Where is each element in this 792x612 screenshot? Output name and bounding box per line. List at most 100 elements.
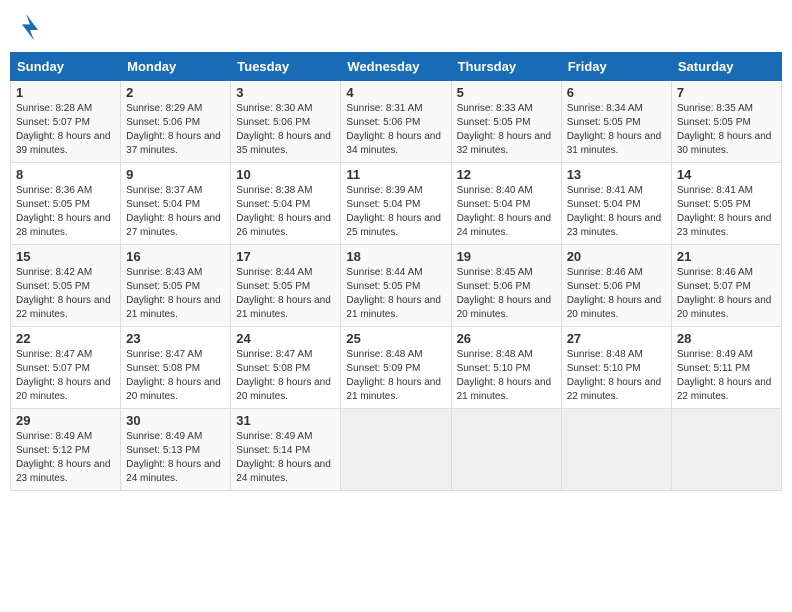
weekday-header: Thursday — [451, 53, 561, 81]
calendar-cell — [451, 409, 561, 491]
day-number: 24 — [236, 331, 335, 346]
day-info: Sunrise: 8:28 AMSunset: 5:07 PMDaylight:… — [16, 103, 111, 156]
calendar-cell: 22 Sunrise: 8:47 AMSunset: 5:07 PMDaylig… — [11, 327, 121, 409]
day-info: Sunrise: 8:44 AMSunset: 5:05 PMDaylight:… — [346, 267, 441, 320]
day-info: Sunrise: 8:47 AMSunset: 5:08 PMDaylight:… — [236, 349, 331, 402]
day-info: Sunrise: 8:37 AMSunset: 5:04 PMDaylight:… — [126, 185, 221, 238]
calendar-cell: 31 Sunrise: 8:49 AMSunset: 5:14 PMDaylig… — [231, 409, 341, 491]
day-number: 4 — [346, 85, 445, 100]
calendar-cell: 18 Sunrise: 8:44 AMSunset: 5:05 PMDaylig… — [341, 245, 451, 327]
calendar-cell: 9 Sunrise: 8:37 AMSunset: 5:04 PMDayligh… — [121, 163, 231, 245]
day-number: 16 — [126, 249, 225, 264]
day-number: 9 — [126, 167, 225, 182]
calendar-cell: 12 Sunrise: 8:40 AMSunset: 5:04 PMDaylig… — [451, 163, 561, 245]
calendar-cell: 30 Sunrise: 8:49 AMSunset: 5:13 PMDaylig… — [121, 409, 231, 491]
calendar-cell: 29 Sunrise: 8:49 AMSunset: 5:12 PMDaylig… — [11, 409, 121, 491]
day-info: Sunrise: 8:29 AMSunset: 5:06 PMDaylight:… — [126, 103, 221, 156]
calendar-cell: 4 Sunrise: 8:31 AMSunset: 5:06 PMDayligh… — [341, 81, 451, 163]
day-number: 26 — [457, 331, 556, 346]
day-info: Sunrise: 8:48 AMSunset: 5:10 PMDaylight:… — [567, 349, 662, 402]
calendar-body: 1 Sunrise: 8:28 AMSunset: 5:07 PMDayligh… — [11, 81, 782, 491]
day-number: 19 — [457, 249, 556, 264]
weekday-header: Wednesday — [341, 53, 451, 81]
day-info: Sunrise: 8:42 AMSunset: 5:05 PMDaylight:… — [16, 267, 111, 320]
calendar-week-row: 8 Sunrise: 8:36 AMSunset: 5:05 PMDayligh… — [11, 163, 782, 245]
calendar-cell: 2 Sunrise: 8:29 AMSunset: 5:06 PMDayligh… — [121, 81, 231, 163]
day-number: 14 — [677, 167, 776, 182]
calendar-cell: 10 Sunrise: 8:38 AMSunset: 5:04 PMDaylig… — [231, 163, 341, 245]
day-number: 6 — [567, 85, 666, 100]
day-info: Sunrise: 8:49 AMSunset: 5:11 PMDaylight:… — [677, 349, 772, 402]
calendar-cell: 28 Sunrise: 8:49 AMSunset: 5:11 PMDaylig… — [671, 327, 781, 409]
calendar-cell: 7 Sunrise: 8:35 AMSunset: 5:05 PMDayligh… — [671, 81, 781, 163]
calendar-cell: 14 Sunrise: 8:41 AMSunset: 5:05 PMDaylig… — [671, 163, 781, 245]
calendar-cell: 5 Sunrise: 8:33 AMSunset: 5:05 PMDayligh… — [451, 81, 561, 163]
day-number: 3 — [236, 85, 335, 100]
day-number: 25 — [346, 331, 445, 346]
day-info: Sunrise: 8:46 AMSunset: 5:06 PMDaylight:… — [567, 267, 662, 320]
weekday-header: Saturday — [671, 53, 781, 81]
day-info: Sunrise: 8:41 AMSunset: 5:04 PMDaylight:… — [567, 185, 662, 238]
day-number: 29 — [16, 413, 115, 428]
weekday-header: Monday — [121, 53, 231, 81]
calendar-cell: 15 Sunrise: 8:42 AMSunset: 5:05 PMDaylig… — [11, 245, 121, 327]
day-info: Sunrise: 8:47 AMSunset: 5:08 PMDaylight:… — [126, 349, 221, 402]
calendar-week-row: 1 Sunrise: 8:28 AMSunset: 5:07 PMDayligh… — [11, 81, 782, 163]
calendar-cell — [561, 409, 671, 491]
day-info: Sunrise: 8:38 AMSunset: 5:04 PMDaylight:… — [236, 185, 331, 238]
day-info: Sunrise: 8:43 AMSunset: 5:05 PMDaylight:… — [126, 267, 221, 320]
calendar-cell: 21 Sunrise: 8:46 AMSunset: 5:07 PMDaylig… — [671, 245, 781, 327]
day-info: Sunrise: 8:48 AMSunset: 5:10 PMDaylight:… — [457, 349, 552, 402]
day-info: Sunrise: 8:31 AMSunset: 5:06 PMDaylight:… — [346, 103, 441, 156]
calendar-table: SundayMondayTuesdayWednesdayThursdayFrid… — [10, 52, 782, 491]
logo-icon — [10, 10, 42, 42]
day-number: 7 — [677, 85, 776, 100]
calendar-cell: 26 Sunrise: 8:48 AMSunset: 5:10 PMDaylig… — [451, 327, 561, 409]
calendar-week-row: 29 Sunrise: 8:49 AMSunset: 5:12 PMDaylig… — [11, 409, 782, 491]
calendar-header: SundayMondayTuesdayWednesdayThursdayFrid… — [11, 53, 782, 81]
day-number: 1 — [16, 85, 115, 100]
day-info: Sunrise: 8:35 AMSunset: 5:05 PMDaylight:… — [677, 103, 772, 156]
day-number: 31 — [236, 413, 335, 428]
calendar-cell: 19 Sunrise: 8:45 AMSunset: 5:06 PMDaylig… — [451, 245, 561, 327]
day-number: 8 — [16, 167, 115, 182]
day-info: Sunrise: 8:39 AMSunset: 5:04 PMDaylight:… — [346, 185, 441, 238]
day-info: Sunrise: 8:49 AMSunset: 5:14 PMDaylight:… — [236, 431, 331, 484]
day-info: Sunrise: 8:30 AMSunset: 5:06 PMDaylight:… — [236, 103, 331, 156]
day-number: 23 — [126, 331, 225, 346]
calendar-cell: 11 Sunrise: 8:39 AMSunset: 5:04 PMDaylig… — [341, 163, 451, 245]
weekday-header: Tuesday — [231, 53, 341, 81]
day-info: Sunrise: 8:40 AMSunset: 5:04 PMDaylight:… — [457, 185, 552, 238]
day-number: 30 — [126, 413, 225, 428]
day-number: 20 — [567, 249, 666, 264]
day-info: Sunrise: 8:45 AMSunset: 5:06 PMDaylight:… — [457, 267, 552, 320]
calendar-week-row: 22 Sunrise: 8:47 AMSunset: 5:07 PMDaylig… — [11, 327, 782, 409]
calendar-cell: 27 Sunrise: 8:48 AMSunset: 5:10 PMDaylig… — [561, 327, 671, 409]
calendar-cell: 1 Sunrise: 8:28 AMSunset: 5:07 PMDayligh… — [11, 81, 121, 163]
calendar-cell — [671, 409, 781, 491]
day-info: Sunrise: 8:34 AMSunset: 5:05 PMDaylight:… — [567, 103, 662, 156]
day-info: Sunrise: 8:41 AMSunset: 5:05 PMDaylight:… — [677, 185, 772, 238]
day-number: 5 — [457, 85, 556, 100]
day-number: 13 — [567, 167, 666, 182]
day-number: 10 — [236, 167, 335, 182]
day-number: 22 — [16, 331, 115, 346]
calendar-cell — [341, 409, 451, 491]
day-info: Sunrise: 8:48 AMSunset: 5:09 PMDaylight:… — [346, 349, 441, 402]
day-info: Sunrise: 8:49 AMSunset: 5:13 PMDaylight:… — [126, 431, 221, 484]
calendar-cell: 23 Sunrise: 8:47 AMSunset: 5:08 PMDaylig… — [121, 327, 231, 409]
day-info: Sunrise: 8:49 AMSunset: 5:12 PMDaylight:… — [16, 431, 111, 484]
day-number: 21 — [677, 249, 776, 264]
calendar-cell: 25 Sunrise: 8:48 AMSunset: 5:09 PMDaylig… — [341, 327, 451, 409]
calendar-week-row: 15 Sunrise: 8:42 AMSunset: 5:05 PMDaylig… — [11, 245, 782, 327]
logo — [10, 10, 46, 42]
day-number: 15 — [16, 249, 115, 264]
calendar-cell: 20 Sunrise: 8:46 AMSunset: 5:06 PMDaylig… — [561, 245, 671, 327]
day-info: Sunrise: 8:46 AMSunset: 5:07 PMDaylight:… — [677, 267, 772, 320]
calendar-cell: 6 Sunrise: 8:34 AMSunset: 5:05 PMDayligh… — [561, 81, 671, 163]
page-header — [10, 10, 782, 42]
day-number: 12 — [457, 167, 556, 182]
day-info: Sunrise: 8:47 AMSunset: 5:07 PMDaylight:… — [16, 349, 111, 402]
weekday-header: Sunday — [11, 53, 121, 81]
weekday-header: Friday — [561, 53, 671, 81]
